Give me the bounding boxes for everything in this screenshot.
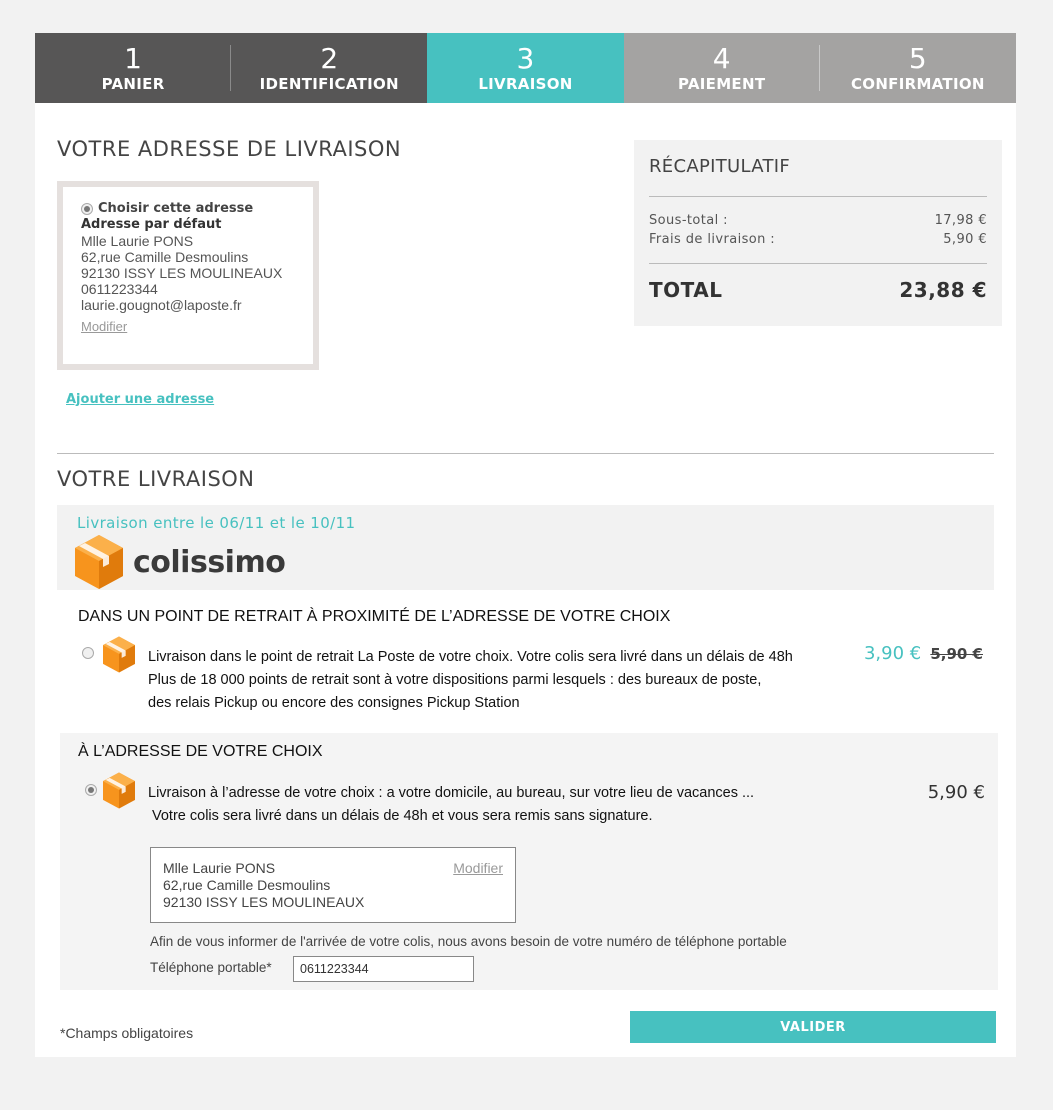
required-fields-note: *Champs obligatoires <box>60 1025 194 1041</box>
delivery-address-name: Mlle Laurie PONS <box>163 860 276 876</box>
choose-address-option[interactable]: Choisir cette adresse <box>81 201 313 217</box>
total-label: TOTAL <box>649 278 723 302</box>
shipping-label: Frais de livraison : <box>649 232 776 247</box>
radio-icon[interactable] <box>81 203 93 215</box>
delivery-section-title: VOTRE LIVRAISON <box>57 467 255 491</box>
checkout-steps: 1 PANIER 2 IDENTIFICATION 3 LIVRAISON 4 … <box>35 33 1016 103</box>
section-divider <box>57 453 994 454</box>
option-home-line: Livraison à l’adresse de votre choix : a… <box>148 785 755 801</box>
delivery-address-box: Mlle Laurie PONS 62,rue Camille Desmouli… <box>150 847 516 923</box>
address-street: 62,rue Camille Desmoulins <box>81 249 249 265</box>
subtotal-value: 17,98 € <box>934 213 987 228</box>
address-name: Mlle Laurie PONS <box>81 233 194 249</box>
step-livraison[interactable]: 3 LIVRAISON <box>427 33 624 103</box>
phone-info-text: Afin de vous informer de l'arrivée de vo… <box>150 934 787 949</box>
address-card[interactable]: Choisir cette adresse Adresse par défaut… <box>57 181 319 370</box>
step-number: 5 <box>908 42 927 75</box>
delivery-date-range: Livraison entre le 06/11 et le 10/11 <box>77 514 356 532</box>
delivery-address-street: 62,rue Camille Desmoulins <box>163 877 331 893</box>
default-address-label: Adresse par défaut <box>81 217 222 232</box>
modify-delivery-address-link[interactable]: Modifier <box>453 860 503 877</box>
step-number: 1 <box>124 42 142 75</box>
mobile-phone-input[interactable] <box>293 956 474 982</box>
pickup-price: 3,90 € <box>863 643 922 664</box>
validate-button[interactable]: VALIDER <box>630 1011 996 1043</box>
option-pickup-price: 3,90 € 5,90 € <box>864 643 983 664</box>
step-label: PANIER <box>101 75 165 93</box>
checkout-page: 1 PANIER 2 IDENTIFICATION 3 LIVRAISON 4 … <box>35 33 1016 1057</box>
option-home-description: Livraison à l’adresse de votre choix : a… <box>148 782 754 828</box>
option-home-line: Votre colis sera livré dans un délais de… <box>152 808 653 824</box>
option-pickup-line: Plus de 18 000 points de retrait sont à … <box>148 672 762 688</box>
option-pickup-title: DANS UN POINT DE RETRAIT À PROXIMITÉ DE … <box>78 608 671 625</box>
choose-address-label: Choisir cette adresse <box>98 201 254 216</box>
delivery-address-city: 92130 ISSY LES MOULINEAUX <box>163 894 365 910</box>
total-value: 23,88 € <box>899 278 987 302</box>
shipping-row: Frais de livraison : 5,90 € <box>649 232 987 247</box>
modify-address-link[interactable]: Modifier <box>81 319 127 335</box>
address-section-title: VOTRE ADRESSE DE LIVRAISON <box>57 137 402 161</box>
option-pickup-line: des relais Pickup ou encore des consigne… <box>148 695 520 711</box>
step-identification[interactable]: 2 IDENTIFICATION <box>231 33 428 103</box>
step-number: 3 <box>516 42 535 75</box>
option-home-radio[interactable] <box>85 784 97 796</box>
phone-label: Téléphone portable* <box>150 960 272 975</box>
colissimo-box-icon <box>103 636 135 673</box>
carrier-name: colissimo <box>133 544 286 580</box>
step-confirmation[interactable]: 5 CONFIRMATION <box>819 33 1016 103</box>
step-number: 4 <box>712 42 731 75</box>
colissimo-box-icon <box>75 535 123 589</box>
colissimo-box-icon <box>103 772 135 809</box>
option-pickup-line: Livraison dans le point de retrait La Po… <box>148 649 793 665</box>
option-pickup-radio[interactable] <box>82 647 94 659</box>
step-number: 2 <box>320 42 339 75</box>
option-pickup-description: Livraison dans le point de retrait La Po… <box>148 646 793 715</box>
step-label: IDENTIFICATION <box>259 75 399 93</box>
address-phone: 0611223344 <box>81 281 158 297</box>
step-label: LIVRAISON <box>478 75 573 93</box>
step-label: CONFIRMATION <box>850 75 985 93</box>
summary-divider <box>649 196 987 197</box>
step-paiement[interactable]: 4 PAIEMENT <box>623 33 820 103</box>
summary-divider <box>649 263 987 264</box>
carrier-header: Livraison entre le 06/11 et le 10/11 col… <box>57 505 994 590</box>
order-summary: RÉCAPITULATIF Sous-total : 17,98 € Frais… <box>634 140 1002 326</box>
option-home-title: À L’ADRESSE DE VOTRE CHOIX <box>78 743 323 760</box>
add-address-link[interactable]: Ajouter une adresse <box>66 392 214 407</box>
colissimo-logo: colissimo <box>75 535 286 589</box>
step-label: PAIEMENT <box>677 75 766 93</box>
shipping-value: 5,90 € <box>943 232 987 247</box>
step-panier[interactable]: 1 PANIER <box>35 33 232 103</box>
subtotal-label: Sous-total : <box>649 213 728 228</box>
address-email: laurie.gougnot@laposte.fr <box>81 297 242 313</box>
home-price: 5,90 € <box>927 782 985 803</box>
subtotal-row: Sous-total : 17,98 € <box>649 213 987 228</box>
summary-title: RÉCAPITULATIF <box>649 156 791 177</box>
address-city: 92130 ISSY LES MOULINEAUX <box>81 265 283 281</box>
total-row: TOTAL 23,88 € <box>649 278 987 302</box>
pickup-old-price: 5,90 € <box>930 645 983 663</box>
